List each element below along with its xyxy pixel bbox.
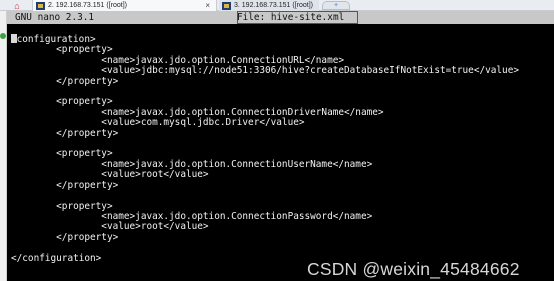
- tab-session-2-label: 2. 192.168.73.151 ([root]): [48, 2, 127, 9]
- status-dot-icon: [0, 33, 6, 39]
- tab-session-3-label: 3. 192.168.73.151 ([root]): [234, 2, 313, 9]
- editor-line: <name>javax.jdo.option.ConnectionPasswor…: [11, 210, 373, 222]
- terminal-icon: [36, 1, 45, 10]
- editor-line: <property>: [11, 44, 113, 56]
- editor-line: </property>: [11, 75, 119, 87]
- editor-line: <name>javax.jdo.option.ConnectionUserNam…: [11, 158, 373, 170]
- editor-line: </property>: [11, 127, 119, 139]
- nano-title-bar: GNU nano 2.3.1 File: hive-site.xml: [7, 11, 554, 24]
- editor-text-area[interactable]: configuration> <property> <name>javax.jd…: [11, 34, 519, 264]
- editor-line: <name>javax.jdo.option.ConnectionDriverN…: [11, 106, 384, 118]
- tab-session-3[interactable]: 3. 192.168.73.151 ([root]): [219, 0, 319, 11]
- editor-line: </property>: [11, 231, 119, 243]
- editor-line: <property>: [11, 96, 113, 108]
- editor-line: <name>javax.jdo.option.ConnectionURL</na…: [11, 54, 345, 66]
- new-tab-button[interactable]: +: [322, 1, 350, 10]
- editor-line: <value>com.mysql.jdbc.Driver</value>: [11, 117, 305, 129]
- editor-line: <value>root</value>: [11, 169, 209, 181]
- editor-line: <value>root</value>: [11, 221, 209, 233]
- terminal-window[interactable]: GNU nano 2.3.1 File: hive-site.xml confi…: [7, 11, 554, 281]
- tab-session-2[interactable]: 2. 192.168.73.151 ([root]) ×: [32, 0, 217, 11]
- editor-line: <value>jdbc:mysql://node51:3306/hive?cre…: [11, 65, 519, 77]
- editor-line: <property>: [11, 200, 113, 212]
- editor-line: <property>: [11, 148, 113, 160]
- nano-version: GNU nano 2.3.1: [15, 12, 95, 23]
- editor-line: </configuration>: [11, 252, 102, 264]
- editor-line: configuration>: [16, 34, 96, 45]
- watermark-text: CSDN @weixin_45484662: [307, 259, 520, 279]
- nano-file-name: File: hive-site.xml: [237, 12, 345, 23]
- home-icon[interactable]: ⌂: [2, 0, 32, 11]
- close-icon[interactable]: ×: [205, 0, 210, 11]
- terminal-icon: [222, 1, 231, 10]
- browser-tab-bar: ⌂ 2. 192.168.73.151 ([root]) × 3. 192.16…: [0, 0, 554, 11]
- left-sidebar-strip: [0, 11, 7, 281]
- editor-line: </property>: [11, 179, 119, 191]
